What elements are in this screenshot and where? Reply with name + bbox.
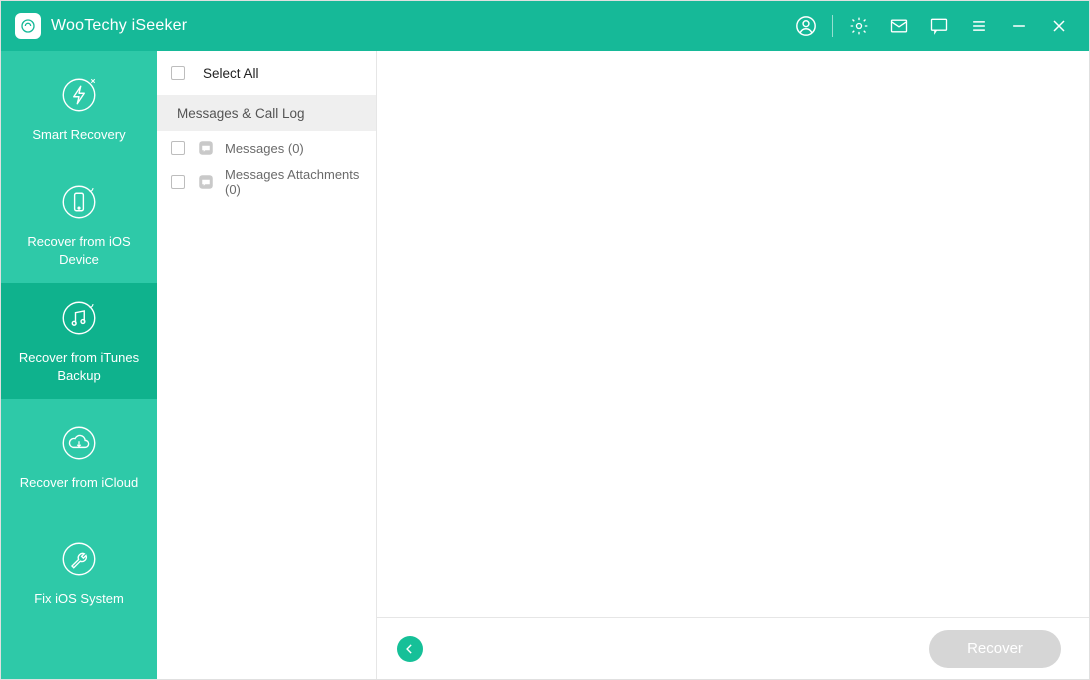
category-label: Messages (0) bbox=[225, 141, 304, 156]
close-icon[interactable] bbox=[1039, 1, 1079, 51]
sidebar-item-label: Fix iOS System bbox=[34, 590, 124, 608]
titlebar: WooTechy iSeeker bbox=[1, 1, 1089, 51]
category-label: Messages Attachments (0) bbox=[225, 167, 376, 197]
sidebar-item-recover-ios[interactable]: Recover from iOS Device bbox=[1, 167, 157, 283]
settings-icon[interactable] bbox=[839, 1, 879, 51]
app-body: Smart Recovery Recover from iOS Device R… bbox=[1, 51, 1089, 679]
category-checkbox[interactable] bbox=[171, 175, 185, 189]
message-bubble-icon bbox=[197, 139, 215, 157]
music-circle-icon bbox=[58, 297, 100, 339]
content-area: Recover bbox=[377, 51, 1089, 679]
account-icon[interactable] bbox=[786, 1, 826, 51]
sidebar-item-label: Recover from iCloud bbox=[20, 474, 139, 492]
recover-button-label: Recover bbox=[967, 640, 1023, 657]
app-logo bbox=[15, 13, 41, 39]
sidebar-item-label: Recover from iOS Device bbox=[9, 233, 149, 268]
app-title: WooTechy iSeeker bbox=[51, 17, 187, 35]
category-row-messages[interactable]: Messages (0) bbox=[157, 131, 376, 165]
titlebar-divider bbox=[832, 15, 833, 37]
message-bubble-icon bbox=[197, 173, 215, 191]
select-all-label: Select All bbox=[203, 66, 259, 81]
cloud-circle-icon bbox=[58, 422, 100, 464]
select-all-row[interactable]: Select All bbox=[157, 51, 376, 95]
sidebar-item-fix-ios[interactable]: Fix iOS System bbox=[1, 515, 157, 631]
footer: Recover bbox=[377, 617, 1089, 679]
back-button[interactable] bbox=[397, 636, 423, 662]
minimize-icon[interactable] bbox=[999, 1, 1039, 51]
sidebar: Smart Recovery Recover from iOS Device R… bbox=[1, 51, 157, 679]
category-checkbox[interactable] bbox=[171, 141, 185, 155]
sidebar-item-recover-icloud[interactable]: Recover from iCloud bbox=[1, 399, 157, 515]
category-group-header: Messages & Call Log bbox=[157, 95, 376, 131]
sidebar-item-smart-recovery[interactable]: Smart Recovery bbox=[1, 51, 157, 167]
feedback-icon[interactable] bbox=[919, 1, 959, 51]
sidebar-item-label: Recover from iTunes Backup bbox=[9, 349, 149, 384]
phone-circle-icon bbox=[58, 181, 100, 223]
content-main bbox=[377, 51, 1089, 617]
wrench-circle-icon bbox=[58, 538, 100, 580]
menu-icon[interactable] bbox=[959, 1, 999, 51]
category-panel: Select All Messages & Call Log Messages … bbox=[157, 51, 377, 679]
lightning-circle-icon bbox=[58, 74, 100, 116]
category-row-messages-attachments[interactable]: Messages Attachments (0) bbox=[157, 165, 376, 199]
select-all-checkbox[interactable] bbox=[171, 66, 185, 80]
mail-icon[interactable] bbox=[879, 1, 919, 51]
recover-button[interactable]: Recover bbox=[929, 630, 1061, 668]
sidebar-item-label: Smart Recovery bbox=[32, 126, 125, 144]
sidebar-item-recover-itunes[interactable]: Recover from iTunes Backup bbox=[1, 283, 157, 399]
app-window: WooTechy iSeeker bbox=[0, 0, 1090, 680]
